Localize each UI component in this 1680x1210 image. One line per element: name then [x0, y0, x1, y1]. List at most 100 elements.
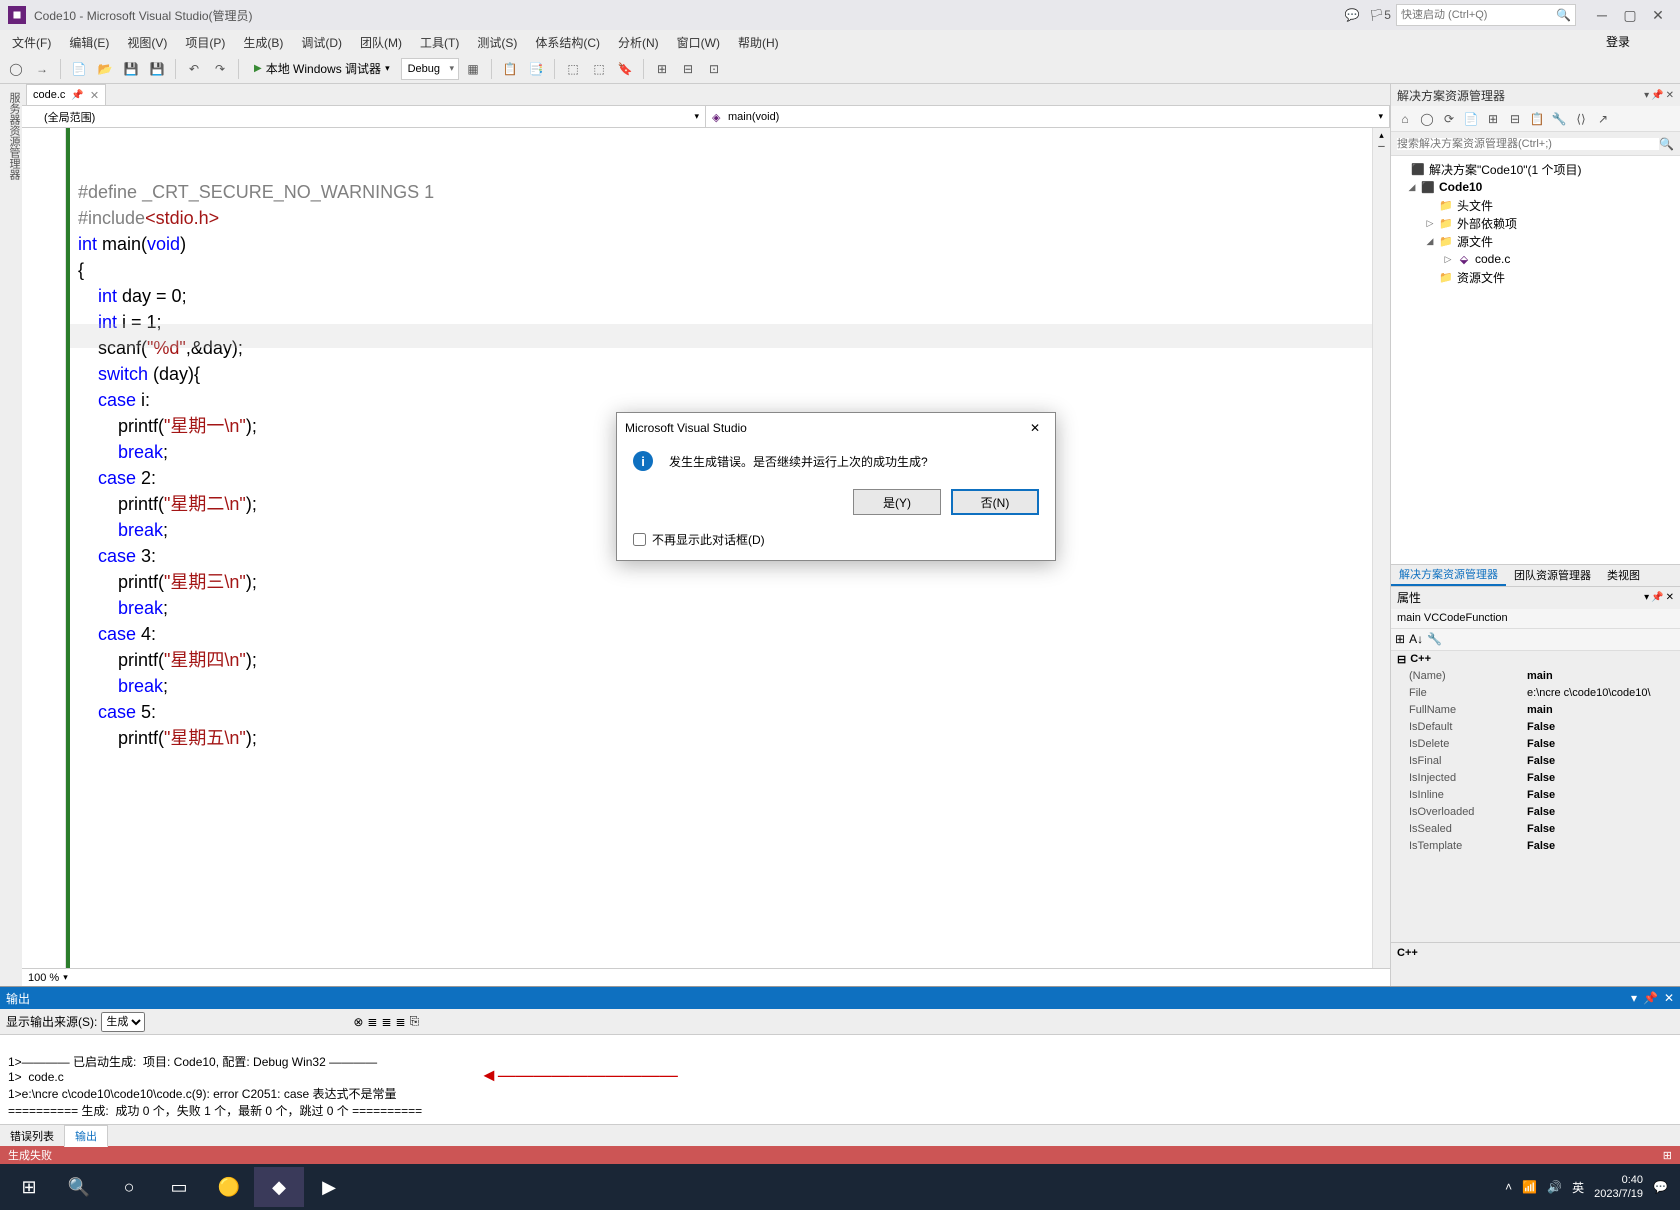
sources-node[interactable]: ◢📁源文件: [1393, 232, 1678, 250]
chevron-up-icon[interactable]: ˄: [1505, 1180, 1512, 1194]
nav-fwd-icon[interactable]: →: [30, 57, 54, 81]
close-icon[interactable]: ✕: [1664, 991, 1674, 1005]
properties-object[interactable]: main VCCodeFunction: [1391, 609, 1680, 629]
bookmark-icon[interactable]: 🔖: [613, 57, 637, 81]
dropdown-icon[interactable]: ▾: [1631, 991, 1637, 1005]
tab-team-explorer[interactable]: 团队资源管理器: [1506, 565, 1599, 585]
menu-tools[interactable]: 工具(T): [412, 32, 467, 53]
back-icon[interactable]: ◯: [1417, 109, 1437, 129]
tb-icon-7[interactable]: ⊟: [676, 57, 700, 81]
source-file-node[interactable]: ▷⬙code.c: [1393, 250, 1678, 268]
property-row[interactable]: FullNamemain: [1391, 702, 1680, 719]
property-row[interactable]: IsFinalFalse: [1391, 753, 1680, 770]
property-row[interactable]: IsDeleteFalse: [1391, 736, 1680, 753]
sync-icon[interactable]: ⟳: [1439, 109, 1459, 129]
menu-view[interactable]: 视图(V): [119, 32, 175, 53]
menu-test[interactable]: 测试(S): [469, 32, 525, 53]
tb-icon[interactable]: 📋: [1527, 109, 1547, 129]
solution-node[interactable]: ⬛解决方案"Code10"(1 个项目): [1393, 160, 1678, 178]
property-row[interactable]: IsInlineFalse: [1391, 787, 1680, 804]
property-row[interactable]: IsTemplateFalse: [1391, 838, 1680, 855]
property-row[interactable]: IsSealedFalse: [1391, 821, 1680, 838]
nav-back-icon[interactable]: ◯: [4, 57, 28, 81]
property-row[interactable]: IsInjectedFalse: [1391, 770, 1680, 787]
close-button[interactable]: ✕: [1644, 4, 1672, 26]
volume-icon[interactable]: 🔊: [1547, 1180, 1562, 1194]
task-view-icon[interactable]: ▭: [154, 1167, 204, 1207]
function-combo[interactable]: ◈main(void): [706, 106, 1390, 127]
tb-icon-1[interactable]: ▦: [461, 57, 485, 81]
tb-icon[interactable]: 📄: [1461, 109, 1481, 129]
open-icon[interactable]: 📂: [93, 57, 117, 81]
save-all-icon[interactable]: 💾: [145, 57, 169, 81]
output-icon[interactable]: ≣: [396, 1015, 406, 1029]
project-node[interactable]: ◢⬛Code10: [1393, 178, 1678, 196]
tab-error-list[interactable]: 错误列表: [0, 1126, 64, 1146]
property-row[interactable]: IsOverloadedFalse: [1391, 804, 1680, 821]
pin-icon[interactable]: 📌: [71, 90, 83, 101]
output-icon[interactable]: ⊗: [353, 1015, 363, 1029]
wifi-icon[interactable]: 📶: [1522, 1180, 1537, 1194]
menu-help[interactable]: 帮助(H): [730, 32, 787, 53]
menu-project[interactable]: 项目(P): [177, 32, 233, 53]
output-source-combo[interactable]: 生成: [101, 1012, 145, 1032]
tb-icon-8[interactable]: ⊡: [702, 57, 726, 81]
dont-show-checkbox[interactable]: [633, 533, 646, 546]
document-tab[interactable]: code.c 📌 ✕: [26, 84, 106, 105]
properties-icon[interactable]: 🔧: [1549, 109, 1569, 129]
ime-indicator[interactable]: 英: [1572, 1179, 1584, 1196]
tb-icon-2[interactable]: 📋: [498, 57, 522, 81]
headers-node[interactable]: 📁头文件: [1393, 196, 1678, 214]
menu-window[interactable]: 窗口(W): [669, 32, 728, 53]
tb-icon[interactable]: ⟨⟩: [1571, 109, 1591, 129]
yes-button[interactable]: 是(Y): [853, 489, 941, 515]
server-explorer-tab[interactable]: 服务器资源管理器: [6, 92, 22, 986]
no-button[interactable]: 否(N): [951, 489, 1039, 515]
notifications-icon[interactable]: 🏳 5: [1368, 3, 1392, 27]
quick-launch-input[interactable]: [1401, 9, 1556, 21]
system-tray[interactable]: ˄ 📶 🔊 英 0:40 2023/7/19 💬: [1505, 1173, 1676, 1201]
chrome-icon[interactable]: 🟡: [204, 1167, 254, 1207]
output-icon[interactable]: ≣: [381, 1015, 391, 1029]
vertical-scrollbar[interactable]: ▴─: [1372, 128, 1390, 968]
home-icon[interactable]: ⌂: [1395, 109, 1415, 129]
solution-search-input[interactable]: [1397, 138, 1659, 150]
dropdown-icon[interactable]: ▾: [1644, 90, 1649, 101]
tab-class-view[interactable]: 类视图: [1599, 565, 1648, 585]
tb-icon-5[interactable]: ⬚: [587, 57, 611, 81]
tb-icon-3[interactable]: 📑: [524, 57, 548, 81]
output-icon[interactable]: ⎘: [410, 1014, 420, 1029]
minimize-button[interactable]: ─: [1588, 4, 1616, 26]
undo-icon[interactable]: ↶: [182, 57, 206, 81]
solution-search[interactable]: 🔍: [1391, 132, 1680, 156]
tb-icon-4[interactable]: ⬚: [561, 57, 585, 81]
close-tab-icon[interactable]: ✕: [90, 89, 99, 102]
search-icon[interactable]: 🔍: [54, 1167, 104, 1207]
menu-team[interactable]: 团队(M): [352, 32, 410, 53]
property-row[interactable]: Filee:\ncre c\code10\code10\: [1391, 685, 1680, 702]
vs-taskbar-icon[interactable]: ◆: [254, 1167, 304, 1207]
maximize-button[interactable]: ▢: [1616, 4, 1644, 26]
menu-analyze[interactable]: 分析(N): [610, 32, 667, 53]
tb-icon-6[interactable]: ⊞: [650, 57, 674, 81]
pin-icon[interactable]: 📌: [1651, 90, 1663, 101]
tb-icon[interactable]: ⊟: [1505, 109, 1525, 129]
tb-icon[interactable]: ⊞: [1483, 109, 1503, 129]
menu-debug[interactable]: 调试(D): [293, 32, 350, 53]
menu-architecture[interactable]: 体系结构(C): [527, 32, 608, 53]
sort-icon[interactable]: A↓: [1409, 632, 1423, 646]
redo-icon[interactable]: ↷: [208, 57, 232, 81]
tab-solution-explorer[interactable]: 解决方案资源管理器: [1391, 564, 1506, 586]
categorize-icon[interactable]: ⊞: [1395, 632, 1405, 646]
cortana-icon[interactable]: ○: [104, 1167, 154, 1207]
save-icon[interactable]: 💾: [119, 57, 143, 81]
solution-tree[interactable]: ⬛解决方案"Code10"(1 个项目) ◢⬛Code10 📁头文件 ▷📁外部依…: [1391, 156, 1680, 564]
login-link[interactable]: 登录: [1606, 33, 1630, 50]
tb-icon[interactable]: ↗: [1593, 109, 1613, 129]
resources-node[interactable]: 📁资源文件: [1393, 268, 1678, 286]
output-icon[interactable]: ≣: [367, 1015, 377, 1029]
config-combo[interactable]: Debug: [401, 58, 459, 80]
start-debug-button[interactable]: ▶ 本地 Windows 调试器 ▾: [245, 58, 399, 80]
feedback-icon[interactable]: 💬: [1340, 3, 1364, 27]
props-icon[interactable]: 🔧: [1427, 632, 1442, 646]
